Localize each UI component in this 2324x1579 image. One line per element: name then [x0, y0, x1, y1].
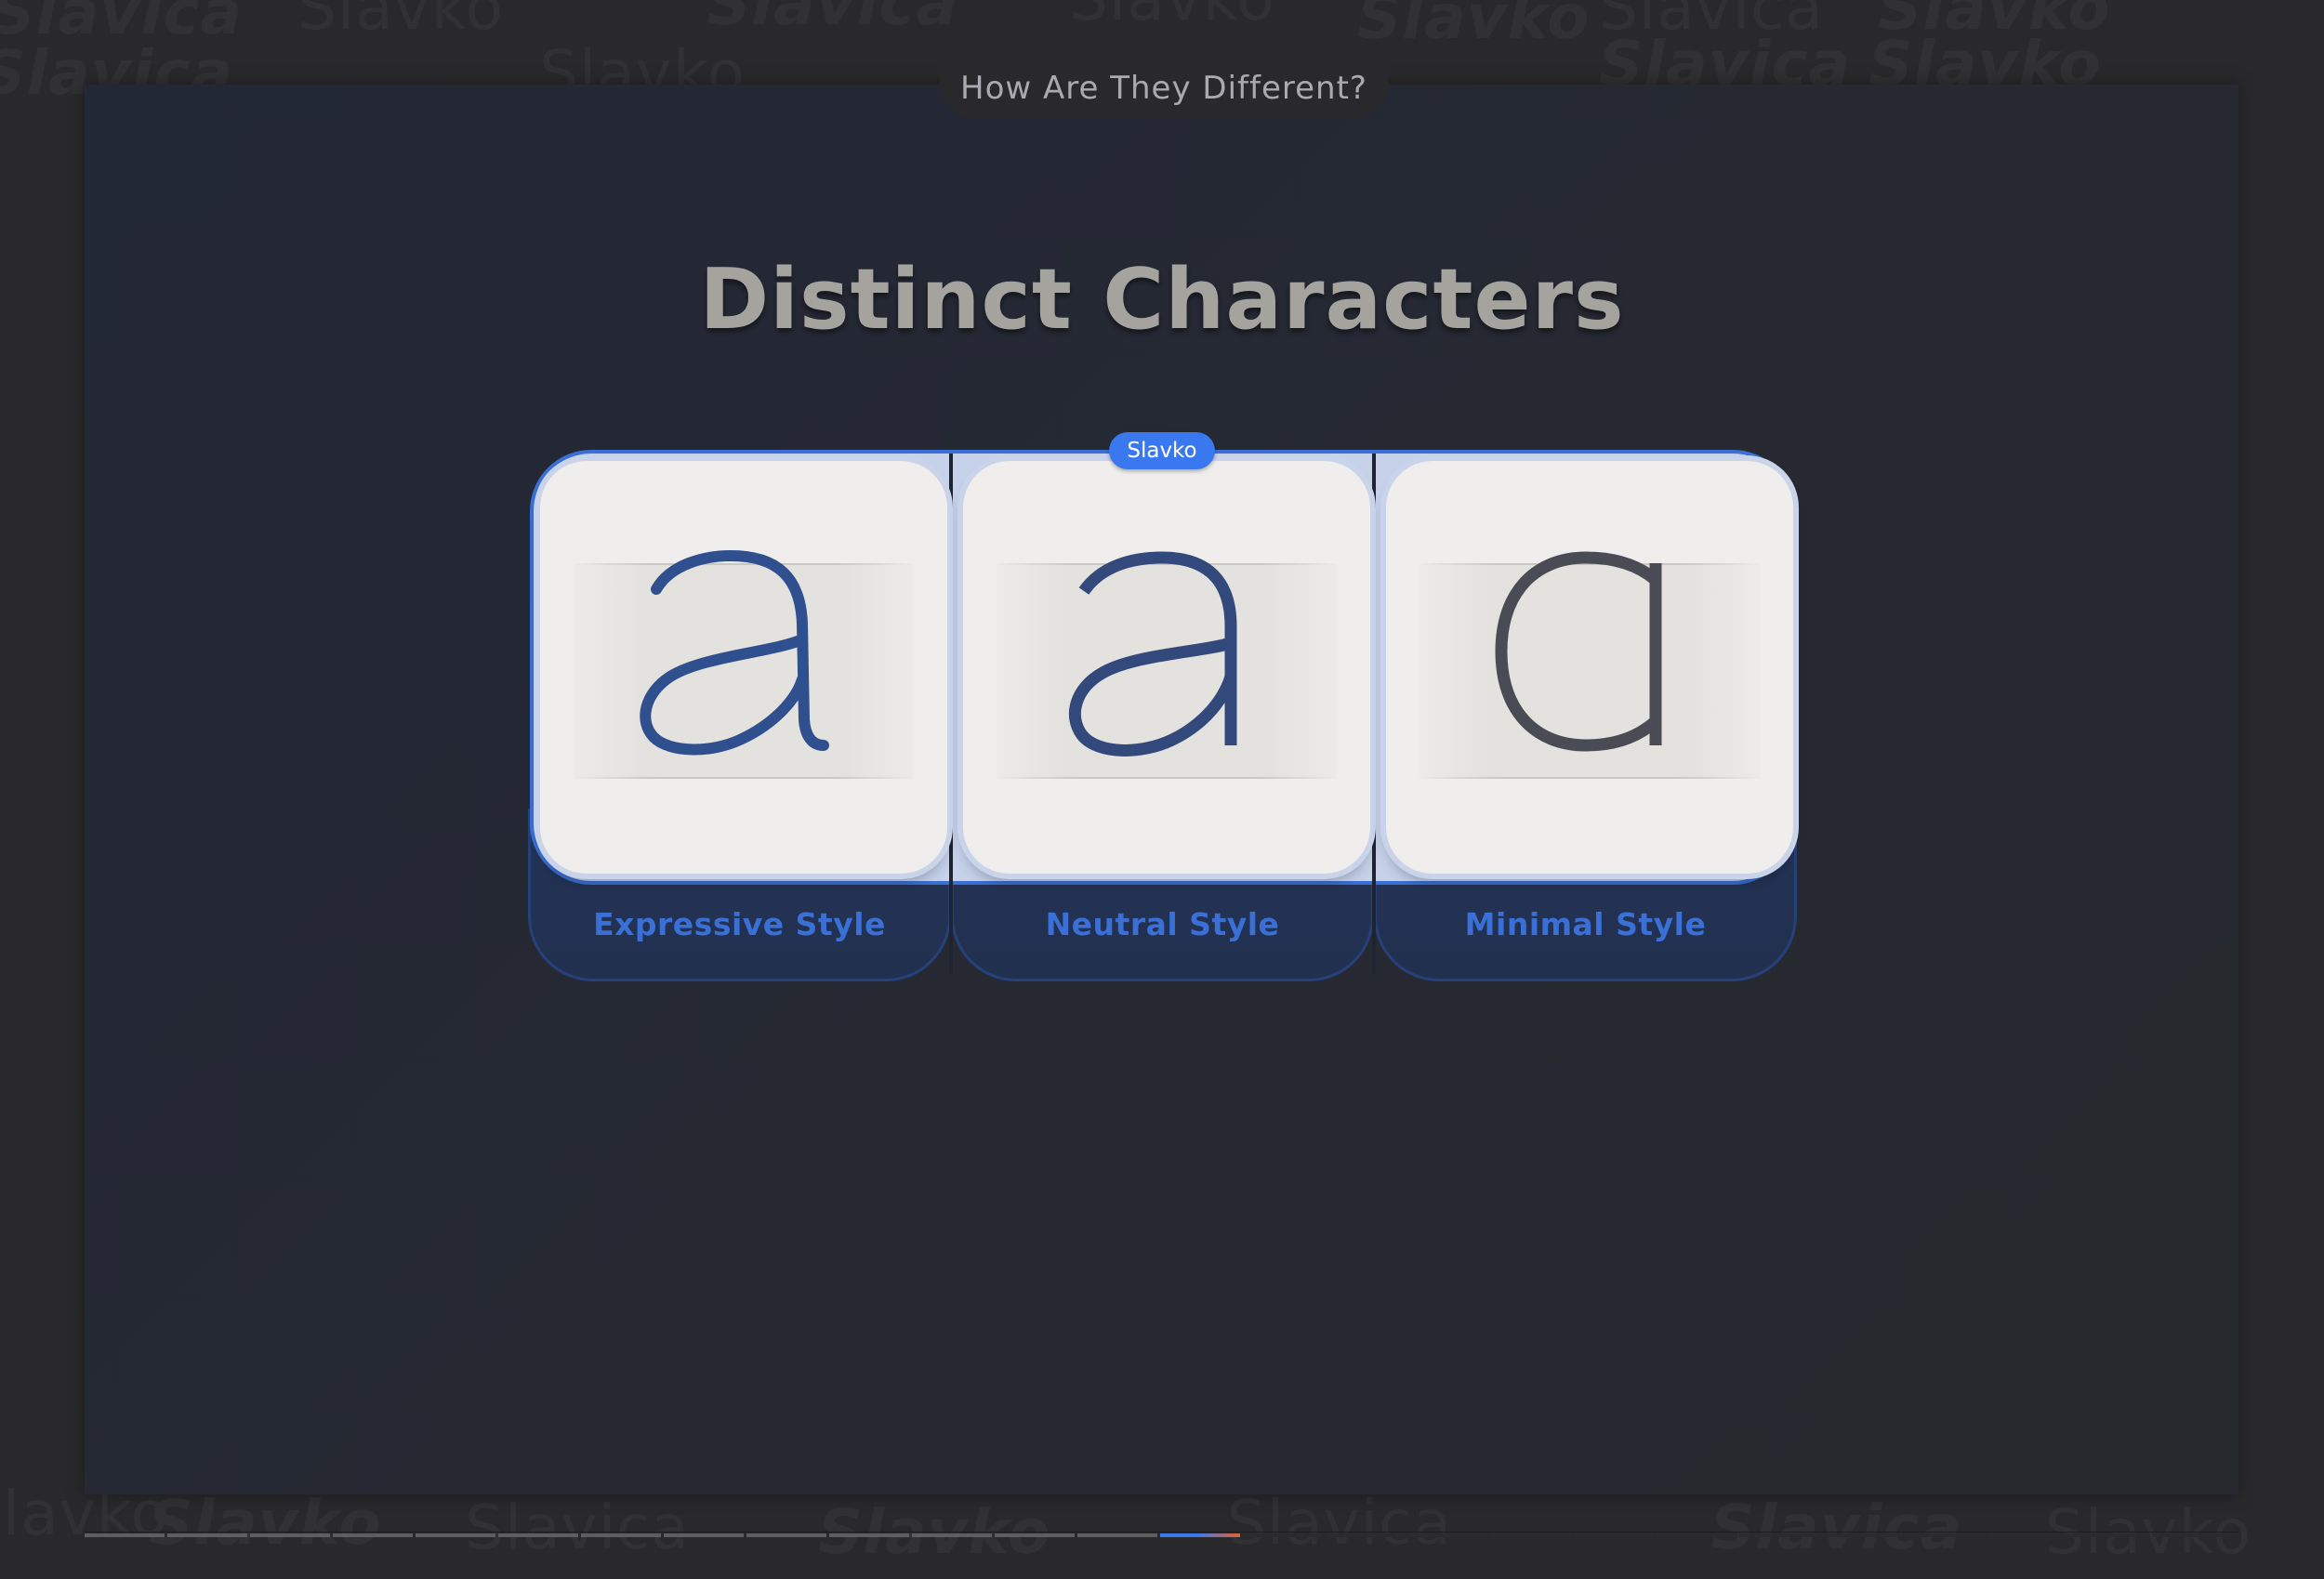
background-word: Slavica [0, 0, 243, 48]
glyph-card-expressive[interactable] [540, 461, 947, 874]
background-word: Slavko [1878, 0, 2111, 44]
progress-rail [85, 1532, 2238, 1533]
progress-segment[interactable] [1243, 1533, 1323, 1537]
glyph-card-minimal[interactable] [1386, 461, 1793, 874]
glyph-stroke [1068, 551, 1237, 757]
glyph-a-minimal [1495, 551, 1662, 752]
page-title: Distinct Characters [699, 251, 1625, 349]
progress-segment[interactable] [1739, 1533, 1819, 1537]
progress-segment[interactable] [1657, 1533, 1736, 1537]
font-badge-label: Slavko [1127, 439, 1197, 463]
progress-segment[interactable] [664, 1533, 744, 1537]
font-badge: Slavko [1109, 432, 1215, 469]
section-title: How Are They Different? [960, 70, 1367, 107]
background-word: Slavica [1227, 1487, 1452, 1559]
background-word: Slavko [1357, 0, 1591, 53]
progress-segment[interactable] [1987, 1533, 2067, 1537]
background-word: Slavko [297, 0, 504, 44]
section-title-tab: How Are They Different? [940, 58, 1388, 119]
card-label-neutral: Neutral Style [1045, 906, 1280, 942]
background-word: Slavica [465, 1492, 690, 1563]
card-divider [949, 454, 953, 974]
progress-segment[interactable] [498, 1533, 578, 1537]
glyph-a-expressive [640, 549, 829, 756]
progress-segment[interactable] [1574, 1533, 1654, 1537]
progress-segment[interactable] [1905, 1533, 1985, 1537]
progress-segment[interactable] [829, 1533, 909, 1537]
glyph-stroke [1495, 551, 1662, 752]
slide-progress-bar[interactable] [85, 1532, 2238, 1539]
progress-segment[interactable] [85, 1533, 165, 1537]
progress-segment[interactable] [581, 1533, 661, 1537]
progress-segment[interactable] [1822, 1533, 1902, 1537]
card-label-minimal: Minimal Style [1464, 906, 1707, 942]
progress-segment[interactable] [250, 1533, 330, 1537]
card-label-expressive: Expressive Style [593, 906, 886, 942]
progress-segment[interactable] [333, 1533, 413, 1537]
progress-segment[interactable] [416, 1533, 495, 1537]
progress-segment[interactable] [912, 1533, 992, 1537]
progress-segment-current[interactable] [1160, 1533, 1240, 1537]
progress-segment[interactable] [1491, 1533, 1571, 1537]
card-divider [1372, 454, 1376, 974]
background-word: Slavko [149, 1487, 382, 1559]
background-word: Slavica [706, 0, 958, 39]
progress-segment[interactable] [1077, 1533, 1157, 1537]
glyph-stroke [640, 549, 829, 756]
progress-segment[interactable] [2153, 1533, 2233, 1537]
progress-segment[interactable] [746, 1533, 826, 1537]
progress-segment[interactable] [2070, 1533, 2150, 1537]
progress-segment[interactable] [995, 1533, 1075, 1537]
background-word: Slavica [1599, 0, 1824, 44]
background-word: Slavica [1710, 1492, 1962, 1563]
progress-segment[interactable] [167, 1533, 247, 1537]
progress-segment[interactable] [1326, 1533, 1406, 1537]
glyph-card-neutral[interactable] [963, 461, 1370, 874]
glyph-a-neutral [1068, 551, 1237, 757]
background-word: Slavko [1069, 0, 1275, 34]
progress-segment[interactable] [1408, 1533, 1488, 1537]
